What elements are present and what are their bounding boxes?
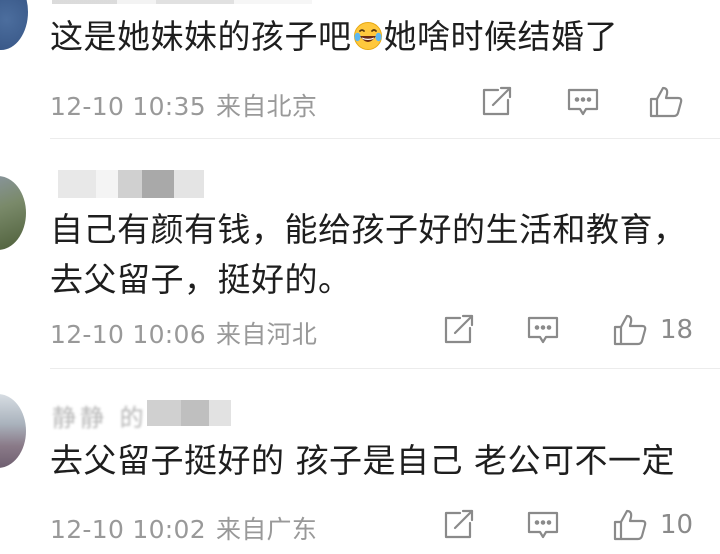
comment-icon (567, 88, 599, 116)
like-button[interactable]: 18 (612, 312, 693, 348)
comment-line-2: 去父留子，挺好的。 (50, 260, 352, 299)
action-bar (0, 84, 720, 120)
like-count: 10 (660, 510, 694, 540)
comment-icon (527, 316, 559, 344)
share-icon (482, 86, 512, 116)
laughing-tears-emoji-icon (353, 22, 382, 50)
avatar[interactable] (0, 0, 28, 50)
divider (50, 368, 720, 369)
reply-button[interactable] (566, 84, 600, 120)
comment-text: 去父留子挺好的 孩子是自己 老公可不一定 (50, 436, 675, 486)
thumbs-up-icon (613, 314, 647, 346)
comment-line-1: 去父留子挺好的 孩子是自己 老公可不一定 (50, 441, 675, 480)
comment-icon (527, 511, 559, 539)
share-icon (444, 509, 474, 539)
username-blurred[interactable] (58, 170, 208, 198)
username-blurred[interactable] (52, 0, 312, 4)
comment-2: 自己有颜有钱，能给孩子好的生活和教育， 去父留子，挺好的。 12-10 10:0… (0, 140, 720, 370)
username-fragment: 静静 的 (52, 404, 148, 432)
reply-button[interactable] (526, 507, 560, 543)
action-bar: 10 (0, 507, 720, 543)
avatar[interactable] (0, 176, 26, 250)
action-bar: 18 (0, 312, 720, 348)
share-button[interactable] (442, 507, 476, 543)
username-blurred[interactable]: 静静 的 (52, 400, 232, 432)
like-button[interactable]: 10 (612, 507, 693, 543)
comment-3: 静静 的 去父留子挺好的 孩子是自己 老公可不一定 12-10 10:02 来自广… (0, 370, 720, 554)
comment-text: 自己有颜有钱，能给孩子好的生活和教育， 去父留子，挺好的。 (50, 205, 687, 305)
comment-text-part1: 这是她妹妹的孩子吧 (50, 17, 352, 56)
comment-1: 这是她妹妹的孩子吧 她啥时候结婚了 12-10 10:35 来自北京 (0, 0, 720, 140)
thumbs-up-icon (649, 86, 683, 118)
reply-button[interactable] (526, 312, 560, 348)
like-button[interactable] (648, 84, 684, 120)
like-count: 18 (660, 315, 694, 345)
divider (50, 138, 720, 139)
share-button[interactable] (480, 84, 514, 120)
thumbs-up-icon (613, 509, 647, 541)
share-button[interactable] (442, 312, 476, 348)
share-icon (444, 314, 474, 344)
comment-line-1: 自己有颜有钱，能给孩子好的生活和教育， (50, 210, 687, 249)
avatar[interactable] (0, 394, 26, 468)
comment-text: 这是她妹妹的孩子吧 她啥时候结婚了 (50, 12, 618, 62)
comment-text-part2: 她啥时候结婚了 (383, 17, 618, 56)
